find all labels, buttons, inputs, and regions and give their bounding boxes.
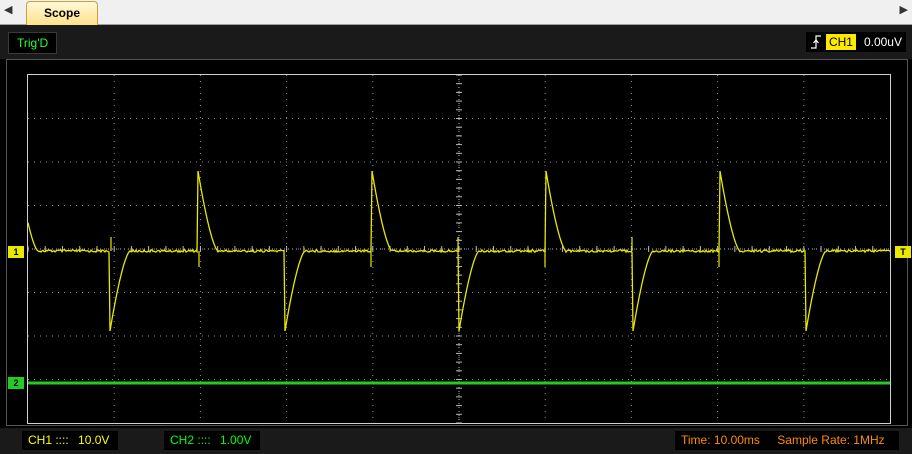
ch2-scale-label: CH2 :::: — [170, 433, 211, 447]
ch1-scale-value: 10.0V — [78, 433, 110, 447]
ch2-scale-value: 1.00V — [220, 433, 252, 447]
ch1-scale-label: CH1 :::: — [28, 433, 69, 447]
ch1-marker[interactable]: 1 — [8, 246, 24, 258]
status-readout: Time: 10.00ms Sample Rate: 1MHz — [675, 431, 899, 450]
ch1-scale[interactable]: CH1 :::: 10.0V — [22, 431, 118, 450]
ch2-scale[interactable]: CH2 :::: 1.00V — [164, 431, 260, 450]
sample-rate: Sample Rate: 1MHz — [777, 433, 885, 447]
trigger-level-marker[interactable]: T — [895, 246, 911, 258]
plot-border — [27, 74, 891, 424]
time-base: Time: 10.00ms — [681, 433, 760, 447]
ch2-marker[interactable]: 2 — [8, 377, 24, 389]
